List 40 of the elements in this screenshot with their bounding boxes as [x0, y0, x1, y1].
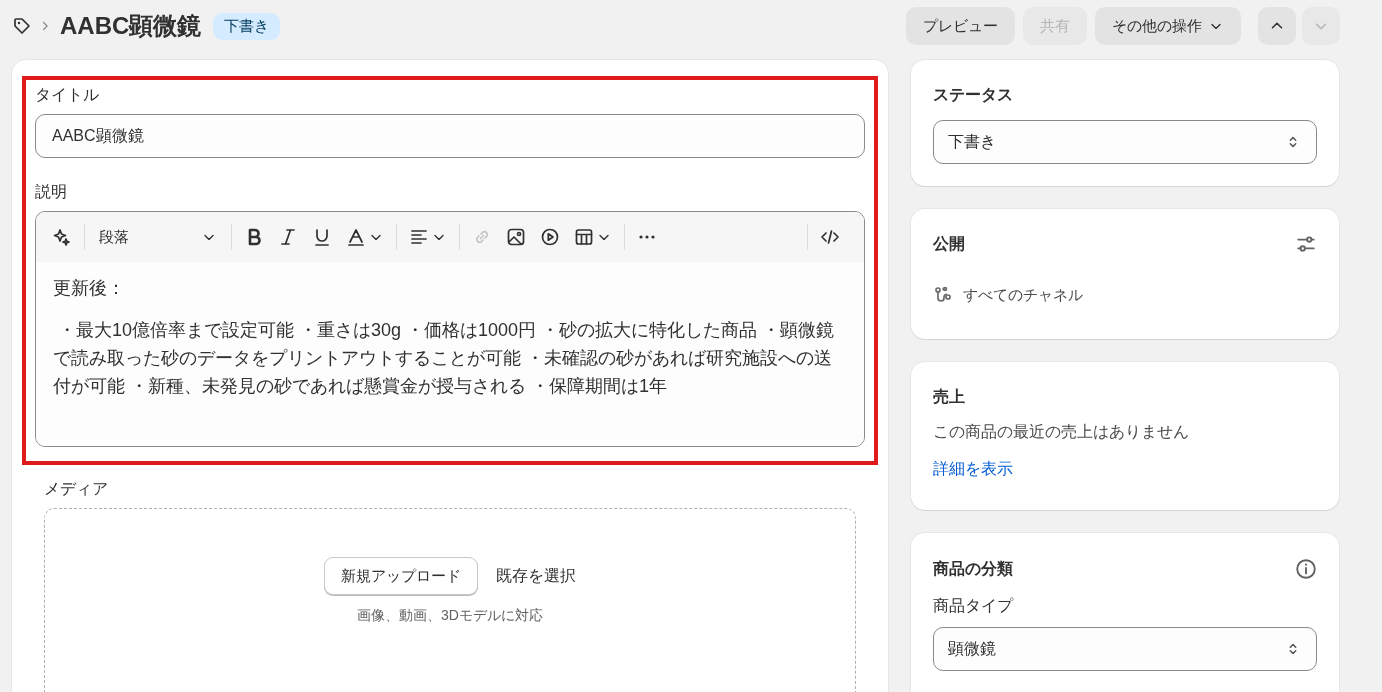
details-link[interactable]: 詳細を表示 [933, 460, 1013, 477]
media-hint: 画像、動画、3Dモデルに対応 [357, 607, 543, 625]
title-label: タイトル [35, 85, 100, 105]
description-label: 説明 [35, 182, 68, 202]
card-title: 商品の分類 [933, 558, 1013, 579]
card-title: 公開 [933, 233, 965, 254]
header-button[interactable]: プレビュー [906, 7, 1015, 45]
italic-icon [278, 227, 298, 247]
rich-text-editor[interactable]: 段落 更新後： ・最大10億倍率まで設定可能 ・重さは30g ・価格は1000円 ・砂の拡大に特化した商品 ・顕微鏡で読み取った砂のデータをプリントアウトすることが可能 ・未確認の砂があれば研究施設への送付が可能 ・新種、未発見の砂であれば懸賞金が授与される ・保障期間は1年 [35, 211, 865, 447]
status-badge: 下書き [213, 12, 281, 40]
select-field[interactable]: 顕微鏡 [933, 627, 1317, 671]
code-icon [820, 227, 840, 247]
sparkle-icon [52, 227, 72, 247]
upload-button[interactable]: 新規アップロード [324, 557, 478, 595]
channels-icon [933, 285, 953, 305]
text-color-icon [346, 227, 366, 247]
paragraph-style-select[interactable]: 段落 [93, 224, 223, 250]
image-icon [506, 227, 526, 247]
media-dropzone[interactable]: 新規アップロード 既存を選択 画像、動画、3Dモデルに対応 [44, 508, 856, 692]
description-paragraph: ・最大10億倍率まで設定可能 ・重さは30g ・価格は1000円 ・砂の拡大に特化した商品 ・顕微鏡で読み取った砂のデータをプリントアウトすることが可能 ・未確認の砂があれば研究施設への送付が可能 ・新種、未発見の砂であれば懸賞金が授与される ・保障期間は1年 [53, 319, 836, 398]
more-icon [637, 235, 657, 239]
channels-text: すべてのチャネル [963, 285, 1083, 305]
play-circle-icon [540, 227, 560, 247]
table-icon [574, 227, 594, 247]
select-existing-link[interactable]: 既存を選択 [496, 565, 576, 587]
media-label: メディア [44, 479, 109, 499]
product-type-label: 商品タイプ [933, 596, 1015, 616]
underline-icon [312, 227, 332, 247]
tag-icon [12, 16, 32, 36]
sliders-icon [1295, 233, 1317, 255]
card-title: 売上 [933, 387, 966, 407]
sales-message: この商品の最近の売上はありません [933, 422, 1190, 442]
select-field[interactable]: 下書き [933, 120, 1317, 164]
page-title: AABC顕微鏡 [60, 11, 202, 41]
card-title: ステータス [933, 85, 1014, 105]
more-actions-button[interactable]: その他の操作 [1095, 7, 1241, 45]
description-paragraph: 更新後： [53, 277, 126, 300]
info-icon [1295, 558, 1317, 580]
title-input[interactable]: AABC顕微鏡 [35, 114, 865, 158]
align-left-icon [409, 227, 429, 247]
